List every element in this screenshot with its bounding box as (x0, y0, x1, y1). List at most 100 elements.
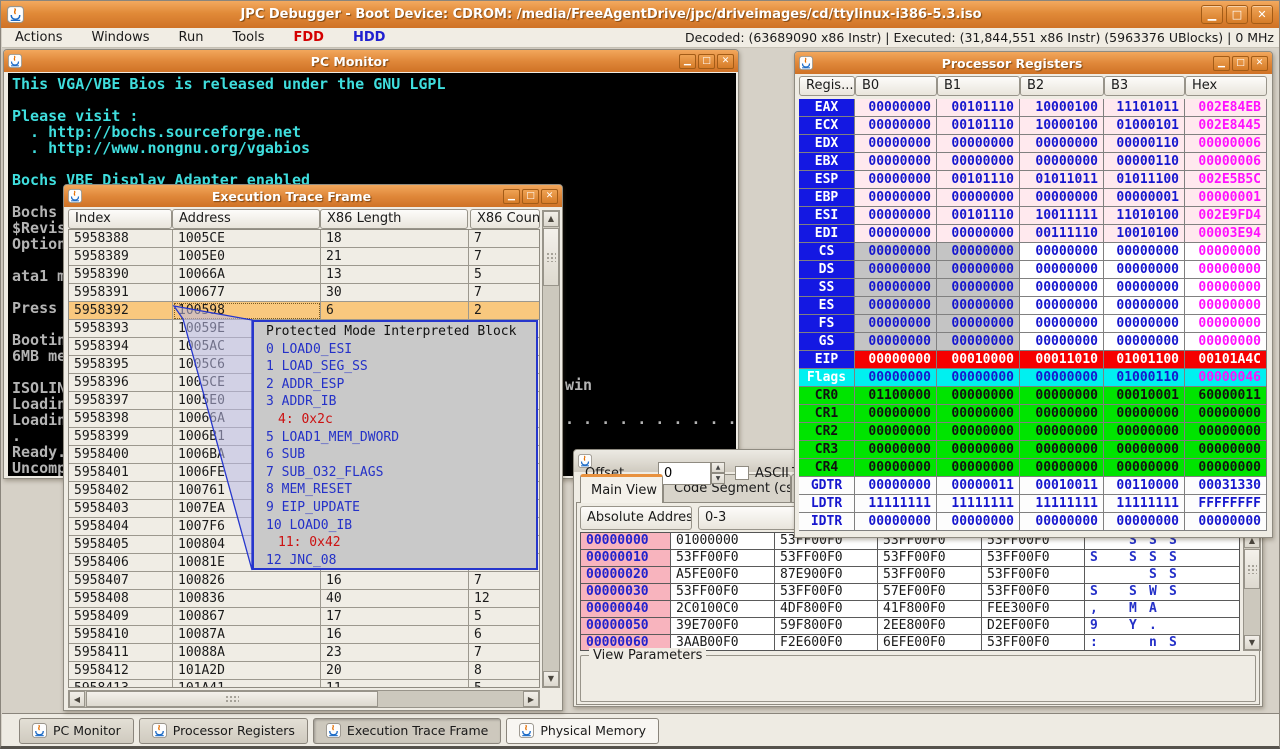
trace-col-header-x86-length[interactable]: X86 Length (320, 209, 468, 229)
trace-maximize-button[interactable]: □ (522, 189, 539, 204)
taskbar-button-physical-memory[interactable]: Physical Memory (506, 718, 659, 744)
register-byte-0: 00000000 (855, 369, 937, 387)
register-byte-3: 00000000 (1104, 423, 1185, 441)
pc-monitor-close-button[interactable]: ✕ (717, 54, 734, 69)
terminal-line: . http://www.nongnu.org/vgabios (12, 139, 310, 157)
register-byte-1: 00101110 (937, 99, 1020, 117)
java-frame-icon (152, 723, 167, 738)
memory-ascii-cell: SSSS (1085, 550, 1240, 567)
memory-scroll-thumb[interactable] (1244, 549, 1260, 589)
close-button[interactable]: ✕ (1251, 5, 1273, 24)
register-row-cr3: CR30000000000000000000000000000000000000… (799, 441, 1267, 459)
registers-col-header-hex[interactable]: Hex (1185, 76, 1267, 96)
menu-windows[interactable]: Windows (92, 30, 150, 45)
scroll-right-button[interactable]: ▶ (523, 691, 539, 707)
trace-cell: 5 (469, 266, 540, 284)
menu-tools[interactable]: Tools (232, 30, 264, 45)
main-titlebar[interactable]: JPC Debugger - Boot Device: CDROM: /medi… (1, 1, 1279, 28)
taskbar-button-execution-trace-frame[interactable]: Execution Trace Frame (313, 718, 501, 744)
menu-hdd[interactable]: HDD (353, 30, 385, 45)
offset-input[interactable] (658, 462, 711, 485)
trace-cell: 5958401 (69, 464, 173, 482)
registers-col-header-b3[interactable]: B3 (1104, 76, 1185, 96)
trace-col-header-address[interactable]: Address (172, 209, 320, 229)
menu-fdd[interactable]: FDD (294, 30, 324, 45)
trace-cell: 8 (469, 662, 540, 680)
trace-vertical-scrollbar[interactable]: ▲ ▼ (542, 210, 560, 688)
register-byte-3: 00000000 (1104, 243, 1185, 261)
registers-col-header-b1[interactable]: B1 (937, 76, 1020, 96)
registers-col-header-b2[interactable]: B2 (1020, 76, 1104, 96)
trace-row[interactable]: 595839010066A135 (69, 266, 540, 284)
scroll-down-button[interactable]: ▼ (543, 671, 559, 687)
register-row-fs: FS00000000000000000000000000000000000000… (799, 315, 1267, 333)
register-byte-0: 00000000 (855, 423, 937, 441)
memory-value-cell: 59F800F0 (775, 618, 878, 635)
menu-actions[interactable]: Actions (15, 30, 63, 45)
trace-hscroll-thumb[interactable] (86, 691, 378, 707)
spinner-up-button[interactable]: ▲ (711, 462, 725, 473)
register-byte-0: 00000000 (855, 297, 937, 315)
registers-maximize-button[interactable]: □ (1232, 56, 1249, 71)
pc-monitor-minimize-button[interactable]: ▁ (679, 54, 696, 69)
taskbar-button-pc-monitor[interactable]: PC Monitor (19, 718, 134, 744)
java-frame-icon (326, 723, 341, 738)
menu-run[interactable]: Run (179, 30, 204, 45)
memory-col-header-address[interactable]: Absolute Address (580, 506, 692, 530)
trace-row[interactable]: 595841010087A166 (69, 626, 540, 644)
registers-minimize-button[interactable]: ▁ (1213, 56, 1230, 71)
register-byte-1: 00000000 (937, 369, 1020, 387)
offset-spinner[interactable]: ▲▼ (711, 462, 725, 485)
scroll-left-button[interactable]: ◀ (69, 691, 85, 707)
spinner-down-button[interactable]: ▼ (711, 473, 725, 484)
trace-row[interactable]: 5958413101A41115 (69, 680, 540, 688)
scroll-up-button[interactable]: ▲ (543, 211, 559, 227)
trace-row[interactable]: 5958391100677307 (69, 284, 540, 302)
memory-address-cell: 00000020 (581, 567, 671, 584)
trace-horizontal-scrollbar[interactable]: ◀ ▶ (68, 690, 540, 708)
registers-col-header-b0[interactable]: B0 (855, 76, 937, 96)
register-byte-2: 00000000 (1020, 387, 1104, 405)
tab-main-view[interactable]: Main View (580, 474, 663, 503)
trace-close-button[interactable]: ✕ (541, 189, 558, 204)
trace-row[interactable]: 59584081008364012 (69, 590, 540, 608)
register-hex-value: 00000000 (1185, 423, 1267, 441)
registers-close-button[interactable]: ✕ (1251, 56, 1268, 71)
trace-col-header-index[interactable]: Index (68, 209, 172, 229)
trace-vscroll-thumb[interactable] (543, 228, 559, 286)
taskbar-button-processor-registers[interactable]: Processor Registers (139, 718, 308, 744)
terminal-line: ata1 m (12, 267, 66, 285)
register-byte-0: 00000000 (855, 135, 937, 153)
memory-vertical-scrollbar[interactable]: ▲ ▼ (1243, 532, 1261, 651)
trace-row[interactable]: 59583891005E0217 (69, 248, 540, 266)
register-name: CR1 (799, 405, 855, 423)
trace-row[interactable]: 595839210059862 (69, 302, 540, 320)
pc-monitor-titlebar[interactable]: PC Monitor ▁ □ ✕ (4, 50, 738, 72)
register-byte-2: 10011111 (1020, 207, 1104, 225)
ascii-checkbox[interactable] (735, 466, 749, 480)
terminal-line: win (565, 376, 592, 394)
execution-trace-titlebar[interactable]: Execution Trace Frame ▁ □ ✕ (64, 185, 562, 207)
trace-row[interactable]: 5958412101A2D208 (69, 662, 540, 680)
register-row-ecx: ECX00000000001011101000010001000101002E8… (799, 117, 1267, 135)
registers-col-header-regis[interactable]: Regis... (799, 76, 855, 96)
memory-ascii-char: M (1129, 601, 1137, 616)
minimize-button[interactable]: ▁ (1201, 5, 1223, 24)
pc-monitor-maximize-button[interactable]: □ (698, 54, 715, 69)
trace-row[interactable]: 59583881005CE187 (69, 230, 540, 248)
trace-minimize-button[interactable]: ▁ (503, 189, 520, 204)
trace-row[interactable]: 595841110088A237 (69, 644, 540, 662)
trace-cell: 18 (321, 230, 469, 248)
maximize-button[interactable]: □ (1226, 5, 1248, 24)
trace-row[interactable]: 5958409100867175 (69, 608, 540, 626)
trace-cell: 10087A (173, 626, 321, 644)
memory-ascii-char: n (1149, 635, 1157, 650)
processor-registers-titlebar[interactable]: Processor Registers ▁ □ ✕ (795, 52, 1272, 74)
scroll-down-button[interactable]: ▼ (1244, 635, 1260, 650)
memory-value-cell: D2EF00F0 (982, 618, 1085, 635)
register-hex-value: 00000000 (1185, 279, 1267, 297)
trace-col-header-x86-count[interactable]: X86 Count (470, 209, 540, 229)
memory-ascii-char: W (1149, 584, 1157, 599)
register-byte-2: 00000000 (1020, 513, 1104, 531)
trace-row[interactable]: 5958407100826167 (69, 572, 540, 590)
